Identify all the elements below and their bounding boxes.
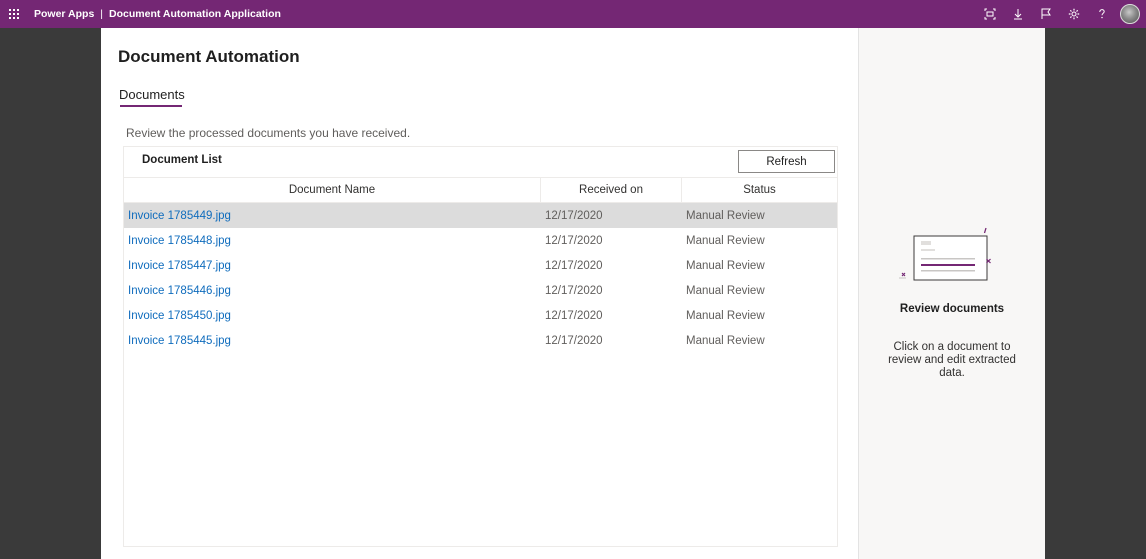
status-text: Manual Review <box>686 259 765 272</box>
settings-icon[interactable] <box>1060 0 1088 28</box>
received-date: 12/17/2020 <box>545 284 603 297</box>
download-icon[interactable] <box>1004 0 1032 28</box>
review-documents-title: Review documents <box>899 303 1005 315</box>
received-date: 12/17/2020 <box>545 234 603 247</box>
table-row[interactable]: Invoice 1785445.jpg 12/17/2020 Manual Re… <box>124 328 837 353</box>
refresh-button[interactable]: Refresh <box>738 150 835 173</box>
table-header: Document Name Received on Status <box>124 177 837 203</box>
app-header-title: Power Apps | Document Automation Applicati… <box>34 8 281 20</box>
table-row[interactable]: Invoice 1785449.jpg 12/17/2020 Manual Re… <box>124 203 837 228</box>
page-description: Review the processed documents you have … <box>126 126 411 140</box>
column-header-document-name[interactable]: Document Name <box>124 178 541 202</box>
page-title: Document Automation <box>118 47 300 66</box>
status-text: Manual Review <box>686 334 765 347</box>
document-name-link[interactable]: Invoice 1785447.jpg <box>124 260 541 272</box>
received-date: 12/17/2020 <box>545 209 603 222</box>
review-documents-description: Click on a document to review and edit e… <box>888 341 1016 379</box>
document-name-link[interactable]: Invoice 1785448.jpg <box>124 235 541 247</box>
received-date: 12/17/2020 <box>545 334 603 347</box>
document-list-title: Document List <box>142 154 222 166</box>
tab-active-indicator <box>120 105 182 107</box>
received-date: 12/17/2020 <box>545 259 603 272</box>
main-content: Document Automation Documents Review the… <box>101 28 858 559</box>
top-bar-actions <box>976 0 1146 28</box>
document-list-card: Document List Refresh Document Name Rece… <box>123 146 838 547</box>
flag-icon[interactable] <box>1032 0 1060 28</box>
status-text: Manual Review <box>686 234 765 247</box>
document-name-link[interactable]: Invoice 1785449.jpg <box>124 210 541 222</box>
status-text: Manual Review <box>686 209 765 222</box>
table-row[interactable]: Invoice 1785446.jpg 12/17/2020 Manual Re… <box>124 278 837 303</box>
tab-documents[interactable]: Documents <box>119 87 185 102</box>
document-review-illustration <box>899 224 999 289</box>
table-row[interactable]: Invoice 1785448.jpg 12/17/2020 Manual Re… <box>124 228 837 253</box>
app-title: Document Automation Application <box>109 8 281 20</box>
status-text: Manual Review <box>686 284 765 297</box>
document-rows: Invoice 1785449.jpg 12/17/2020 Manual Re… <box>124 203 837 353</box>
review-side-panel: Review documents Click on a document to … <box>858 28 1045 559</box>
fit-screen-icon[interactable] <box>976 0 1004 28</box>
document-name-link[interactable]: Invoice 1785446.jpg <box>124 285 541 297</box>
title-separator: | <box>100 8 104 20</box>
app-name: Power Apps <box>34 8 95 20</box>
status-text: Manual Review <box>686 309 765 322</box>
waffle-icon[interactable] <box>0 0 28 28</box>
document-name-link[interactable]: Invoice 1785450.jpg <box>124 310 541 322</box>
table-row[interactable]: Invoice 1785450.jpg 12/17/2020 Manual Re… <box>124 303 837 328</box>
column-header-status[interactable]: Status <box>682 178 837 202</box>
received-date: 12/17/2020 <box>545 309 603 322</box>
table-row[interactable]: Invoice 1785447.jpg 12/17/2020 Manual Re… <box>124 253 837 278</box>
column-header-received-on[interactable]: Received on <box>541 178 682 202</box>
help-icon[interactable] <box>1088 0 1116 28</box>
document-name-link[interactable]: Invoice 1785445.jpg <box>124 335 541 347</box>
avatar[interactable] <box>1120 4 1140 24</box>
top-bar: Power Apps | Document Automation Applicati… <box>0 0 1146 28</box>
